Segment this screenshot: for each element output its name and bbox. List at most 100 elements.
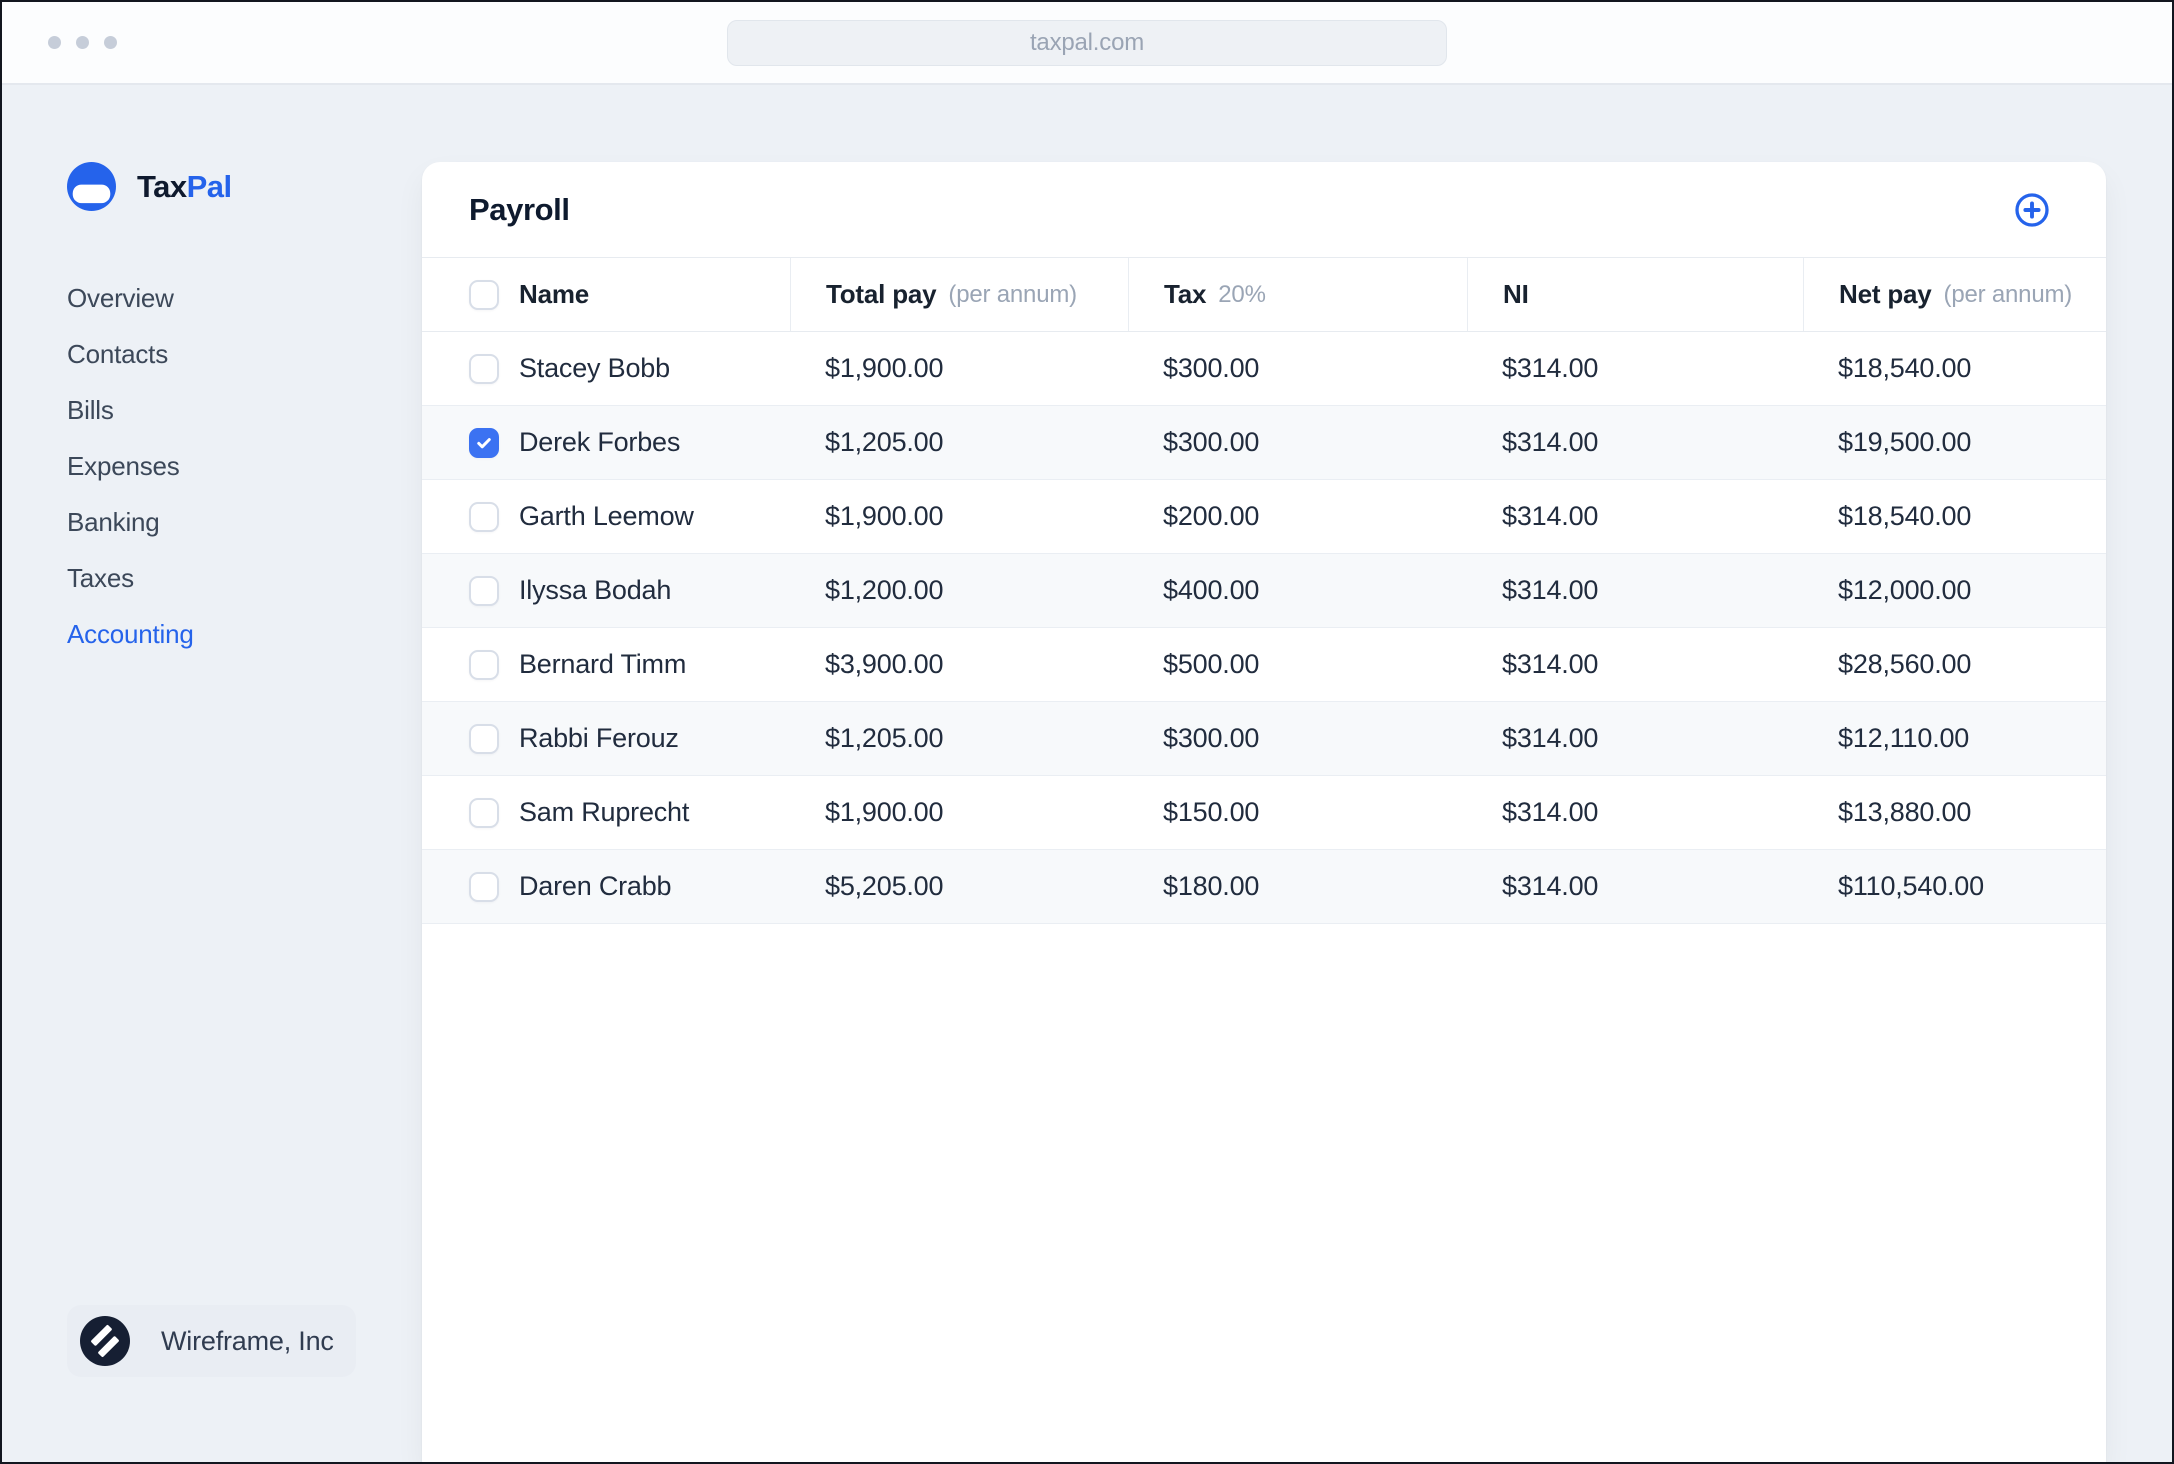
cell-ni: $314.00 — [1502, 649, 1599, 679]
cell-net-pay: $19,500.00 — [1838, 427, 1972, 457]
table-body: Stacey Bobb $1,900.00 $300.00 $314.00 $1… — [422, 332, 2106, 924]
payroll-card-header: Payroll — [422, 162, 2106, 257]
row-checkbox[interactable] — [469, 723, 499, 754]
app-window: taxpal.com TaxPal Overview Contacts Bill… — [0, 0, 2174, 1464]
row-checkbox[interactable] — [469, 871, 499, 902]
sidebar-nav-item[interactable]: Bills — [67, 382, 422, 438]
table-header-ni: NI — [1467, 258, 1803, 331]
select-all-checkbox[interactable] — [469, 279, 499, 310]
cell-name: Sam Ruprecht — [422, 776, 790, 849]
url-text: taxpal.com — [1029, 29, 1145, 56]
table-header-tax: Tax 20% — [1128, 258, 1467, 331]
cell-name: Ilyssa Bodah — [422, 554, 790, 627]
table-header-total-pay: Total pay (per annum) — [790, 258, 1128, 331]
plus-circle-icon — [2015, 192, 2049, 227]
table-row: Bernard Timm $3,900.00 $500.00 $314.00 $… — [422, 628, 2106, 702]
cell-total-pay: $3,900.00 — [825, 649, 944, 679]
cell-name: Rabbi Ferouz — [422, 702, 790, 775]
cell-ni: $314.00 — [1502, 501, 1599, 531]
checkmark-icon — [477, 437, 491, 448]
table-header-name: Name — [422, 258, 790, 331]
table-row: Sam Ruprecht $1,900.00 $150.00 $314.00 $… — [422, 776, 2106, 850]
cell-total-pay: $5,205.00 — [825, 871, 944, 901]
cell-total-pay: $1,200.00 — [825, 575, 944, 605]
sidebar-nav-item-label: Expenses — [67, 450, 180, 481]
cell-tax: $300.00 — [1163, 353, 1260, 383]
table-row: Rabbi Ferouz $1,205.00 $300.00 $314.00 $… — [422, 702, 2106, 776]
add-employee-button[interactable] — [2014, 192, 2050, 228]
sidebar-nav-item-label: Contacts — [67, 338, 169, 369]
payroll-table: Name Total pay (per annum) Tax 20% NI Net — [422, 257, 2106, 924]
sidebar-nav-item[interactable]: Overview — [67, 270, 422, 326]
cell-tax: $180.00 — [1163, 871, 1260, 901]
employee-name: Sam Ruprecht — [519, 797, 690, 827]
cell-tax: $200.00 — [1163, 501, 1260, 531]
sidebar-nav-item[interactable]: Banking — [67, 494, 422, 550]
taxpal-logo-icon — [67, 162, 116, 211]
cell-net-pay: $18,540.00 — [1838, 353, 1972, 383]
cell-total-pay: $1,205.00 — [825, 427, 944, 457]
employee-name: Rabbi Ferouz — [519, 723, 679, 753]
sidebar-nav-item-label: Bills — [67, 394, 114, 425]
cell-net-pay: $12,110.00 — [1838, 723, 1970, 753]
employee-name: Bernard Timm — [519, 649, 687, 679]
organization-badge[interactable]: Wireframe, Inc — [67, 1305, 356, 1377]
sidebar-nav-item-label: Overview — [67, 282, 174, 313]
cell-name: Derek Forbes — [422, 406, 790, 479]
sidebar-nav: Overview Contacts Bills Expenses Banking… — [67, 270, 422, 662]
table-row: Daren Crabb $5,205.00 $180.00 $314.00 $1… — [422, 850, 2106, 924]
cell-ni: $314.00 — [1502, 871, 1599, 901]
cell-tax: $300.00 — [1163, 723, 1260, 753]
employee-name: Stacey Bobb — [519, 353, 670, 383]
row-checkbox[interactable] — [469, 797, 499, 828]
cell-ni: $314.00 — [1502, 797, 1599, 827]
brand[interactable]: TaxPal — [67, 162, 422, 211]
cell-name: Stacey Bobb — [422, 332, 790, 405]
table-row: Garth Leemow $1,900.00 $200.00 $314.00 $… — [422, 480, 2106, 554]
sidebar-nav-item[interactable]: Accounting — [67, 606, 422, 662]
payroll-card: Payroll Name Total pay (per annum) Tax 2… — [422, 162, 2106, 1462]
row-checkbox[interactable] — [469, 427, 499, 458]
employee-name: Garth Leemow — [519, 501, 694, 531]
window-control-dot — [48, 36, 61, 49]
brand-name: TaxPal — [137, 168, 232, 204]
window-control-dot — [104, 36, 117, 49]
cell-ni: $314.00 — [1502, 575, 1599, 605]
browser-address-bar[interactable]: taxpal.com — [727, 20, 1447, 66]
cell-net-pay: $18,540.00 — [1838, 501, 1972, 531]
cell-tax: $500.00 — [1163, 649, 1260, 679]
employee-name: Derek Forbes — [519, 427, 681, 457]
window-control-dots — [48, 36, 117, 49]
browser-chrome: taxpal.com — [2, 2, 2172, 85]
sidebar-nav-item[interactable]: Expenses — [67, 438, 422, 494]
row-checkbox[interactable] — [469, 649, 499, 680]
row-checkbox[interactable] — [469, 575, 499, 606]
sidebar-nav-item-label: Taxes — [67, 562, 134, 593]
sidebar: TaxPal Overview Contacts Bills Expenses … — [2, 85, 422, 1462]
row-checkbox[interactable] — [469, 353, 499, 384]
organization-name: Wireframe, Inc — [161, 1325, 334, 1356]
cell-ni: $314.00 — [1502, 723, 1599, 753]
row-checkbox[interactable] — [469, 501, 499, 532]
sidebar-nav-item-label: Banking — [67, 506, 160, 537]
sidebar-nav-item-label: Accounting — [67, 618, 194, 649]
sidebar-nav-item[interactable]: Contacts — [67, 326, 422, 382]
main-content: Payroll Name Total pay (per annum) Tax 2… — [422, 85, 2172, 1462]
cell-total-pay: $1,900.00 — [825, 797, 944, 827]
cell-name: Daren Crabb — [422, 850, 790, 923]
cell-tax: $400.00 — [1163, 575, 1260, 605]
employee-name: Daren Crabb — [519, 871, 672, 901]
cell-total-pay: $1,900.00 — [825, 353, 944, 383]
table-row: Derek Forbes $1,205.00 $300.00 $314.00 $… — [422, 406, 2106, 480]
cell-name: Garth Leemow — [422, 480, 790, 553]
wireframe-logo-icon — [80, 1316, 130, 1366]
cell-net-pay: $12,000.00 — [1838, 575, 1972, 605]
table-header-net-pay: Net pay (per annum) — [1803, 258, 2106, 331]
table-row: Stacey Bobb $1,900.00 $300.00 $314.00 $1… — [422, 332, 2106, 406]
cell-ni: $314.00 — [1502, 427, 1599, 457]
sidebar-nav-item[interactable]: Taxes — [67, 550, 422, 606]
cell-net-pay: $110,540.00 — [1838, 871, 1984, 901]
table-header-row: Name Total pay (per annum) Tax 20% NI Net — [422, 257, 2106, 332]
cell-total-pay: $1,205.00 — [825, 723, 944, 753]
cell-ni: $314.00 — [1502, 353, 1599, 383]
